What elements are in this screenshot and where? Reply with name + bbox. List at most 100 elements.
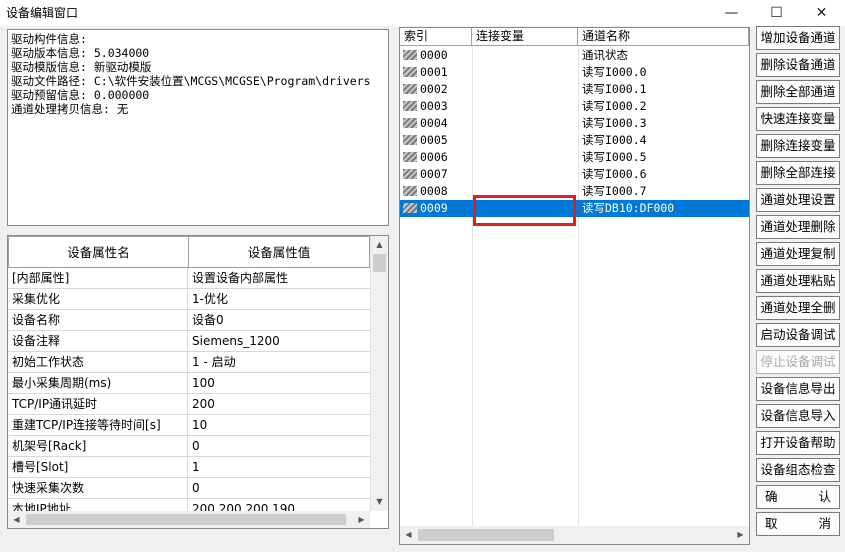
- channel-row[interactable]: 0004 读写I000.3: [400, 115, 749, 132]
- delete-all-channels-button[interactable]: 删除全部通道: [756, 80, 840, 104]
- channel-row[interactable]: 0007 读写I000.6: [400, 166, 749, 183]
- delete-channel-button[interactable]: 删除设备通道: [756, 53, 840, 77]
- property-name-header[interactable]: 设备属性名: [8, 236, 189, 268]
- scrollbar-thumb[interactable]: [418, 529, 554, 541]
- close-button[interactable]: ✕: [799, 0, 844, 26]
- scroll-down-arrow-icon[interactable]: ▼: [371, 493, 388, 510]
- property-value-cell[interactable]: 200: [188, 394, 370, 415]
- channel-variable-cell[interactable]: [476, 132, 576, 149]
- property-row[interactable]: TCP/IP通讯延时 200: [8, 394, 370, 415]
- device-properties-grid[interactable]: 设备属性名 设备属性值 [内部属性] 设置设备内部属性 采集优化 1-优化 设备名称 设备…: [7, 235, 389, 529]
- channel-name-column-header[interactable]: 通道名称: [578, 28, 749, 46]
- property-row[interactable]: 最小采集周期(ms) 100: [8, 373, 370, 394]
- properties-horizontal-scrollbar[interactable]: ◀ ▶: [8, 511, 370, 528]
- stop-debug-button[interactable]: 停止设备调试: [756, 350, 840, 374]
- channel-index-cell: 0001: [403, 64, 471, 81]
- scroll-left-arrow-icon[interactable]: ◀: [400, 526, 417, 543]
- scroll-right-arrow-icon[interactable]: ▶: [732, 526, 749, 543]
- channel-proc-copy-button[interactable]: 通道处理复制: [756, 242, 840, 266]
- channel-proc-paste-button[interactable]: 通道处理粘贴: [756, 269, 840, 293]
- check-config-button[interactable]: 设备组态检查: [756, 458, 840, 482]
- delete-connect-button[interactable]: 删除连接变量: [756, 134, 840, 158]
- driver-info-line: 驱动版本信息: 5.034000: [11, 46, 150, 60]
- property-value-cell[interactable]: 0: [188, 436, 370, 457]
- channel-index-cell: 0006: [403, 149, 471, 166]
- property-value-cell[interactable]: 1-优化: [188, 289, 370, 310]
- cancel-label-right: 消: [818, 516, 831, 531]
- property-name-cell: 槽号[Slot]: [8, 457, 188, 478]
- channel-horizontal-scrollbar[interactable]: ◀ ▶: [400, 526, 749, 544]
- property-value-cell[interactable]: 1: [188, 457, 370, 478]
- property-row[interactable]: [内部属性] 设置设备内部属性: [8, 268, 370, 289]
- channel-variable-cell[interactable]: [476, 149, 576, 166]
- maximize-button[interactable]: ☐: [754, 0, 799, 26]
- channel-variable-cell[interactable]: [476, 47, 576, 64]
- channel-variable-cell[interactable]: [476, 166, 576, 183]
- cancel-button[interactable]: 取 消: [756, 512, 840, 536]
- scroll-left-arrow-icon[interactable]: ◀: [8, 511, 25, 528]
- property-row[interactable]: 采集优化 1-优化: [8, 289, 370, 310]
- property-value-cell[interactable]: 设置设备内部属性: [188, 268, 370, 289]
- minimize-button[interactable]: —: [709, 0, 754, 26]
- confirm-button[interactable]: 确 认: [756, 485, 840, 509]
- channel-row[interactable]: 0006 读写I000.5: [400, 149, 749, 166]
- channel-variable-cell[interactable]: [476, 64, 576, 81]
- add-channel-button[interactable]: 增加设备通道: [756, 26, 840, 50]
- channel-row[interactable]: 0002 读写I000.1: [400, 81, 749, 98]
- channel-proc-delete-button[interactable]: 通道处理删除: [756, 215, 840, 239]
- scrollbar-thumb[interactable]: [373, 254, 386, 272]
- variable-column-header[interactable]: 连接变量: [472, 28, 578, 46]
- channel-row[interactable]: 0001 读写I000.0: [400, 64, 749, 81]
- property-value-cell[interactable]: 100: [188, 373, 370, 394]
- property-row[interactable]: 设备名称 设备0: [8, 310, 370, 331]
- property-row[interactable]: 槽号[Slot] 1: [8, 457, 370, 478]
- channel-proc-delete-all-button[interactable]: 通道处理全删: [756, 296, 840, 320]
- channel-index-text: 0000: [420, 48, 448, 62]
- channel-name-cell: 通讯状态: [582, 48, 628, 62]
- scrollbar-thumb[interactable]: [26, 514, 346, 525]
- property-value-cell[interactable]: Siemens_1200: [188, 331, 370, 352]
- channel-row-icon: [403, 203, 417, 213]
- channel-index-cell: 0007: [403, 166, 471, 183]
- property-value-cell[interactable]: 1 - 启动: [188, 352, 370, 373]
- property-row[interactable]: 机架号[Rack] 0: [8, 436, 370, 457]
- export-info-button[interactable]: 设备信息导出: [756, 377, 840, 401]
- channel-variable-cell[interactable]: [476, 98, 576, 115]
- channel-name-cell: 读写I000.2: [582, 99, 647, 113]
- channel-row[interactable]: 0000 通讯状态: [400, 47, 749, 64]
- scroll-up-arrow-icon[interactable]: ▲: [371, 236, 388, 253]
- property-value-cell[interactable]: 0: [188, 478, 370, 499]
- property-value-header[interactable]: 设备属性值: [188, 236, 370, 268]
- property-value-cell[interactable]: 设备0: [188, 310, 370, 331]
- channel-table[interactable]: 索引 连接变量 通道名称 0000 通讯状态 0001 读写I000.0 0002 读写I…: [399, 27, 750, 545]
- channel-row[interactable]: 0003 读写I000.2: [400, 98, 749, 115]
- channel-index-cell: 0009: [403, 200, 471, 217]
- driver-info-line: 驱动模版信息: 新驱动模版: [11, 60, 152, 74]
- property-row[interactable]: 快速采集次数 0: [8, 478, 370, 499]
- quick-connect-button[interactable]: 快速连接变量: [756, 107, 840, 131]
- channel-variable-cell[interactable]: [476, 81, 576, 98]
- property-row[interactable]: 设备注释 Siemens_1200: [8, 331, 370, 352]
- property-row[interactable]: 初始工作状态 1 - 启动: [8, 352, 370, 373]
- open-help-button[interactable]: 打开设备帮助: [756, 431, 840, 455]
- channel-name-cell: 读写I000.4: [582, 133, 647, 147]
- channel-name-cell: 读写I000.6: [582, 167, 647, 181]
- channel-index-text: 0004: [420, 116, 448, 130]
- channel-index-cell: 0002: [403, 81, 471, 98]
- property-name-cell: 快速采集次数: [8, 478, 188, 499]
- driver-info-box[interactable]: 驱动构件信息: 驱动版本信息: 5.034000 驱动模版信息: 新驱动模版 驱…: [7, 29, 389, 226]
- channel-variable-cell[interactable]: [476, 115, 576, 132]
- confirm-label-left: 确: [765, 489, 778, 504]
- index-column-header[interactable]: 索引: [400, 28, 472, 46]
- channel-proc-settings-button[interactable]: 通道处理设置: [756, 188, 840, 212]
- channel-index-text: 0007: [420, 167, 448, 181]
- import-info-button[interactable]: 设备信息导入: [756, 404, 840, 428]
- channel-row[interactable]: 0005 读写I000.4: [400, 132, 749, 149]
- properties-vertical-scrollbar[interactable]: ▲ ▼: [370, 236, 388, 511]
- property-row[interactable]: 重建TCP/IP连接等待时间[s] 10: [8, 415, 370, 436]
- delete-all-connect-button[interactable]: 删除全部连接: [756, 161, 840, 185]
- start-debug-button[interactable]: 启动设备调试: [756, 323, 840, 347]
- highlight-box: [473, 195, 576, 226]
- property-value-cell[interactable]: 10: [188, 415, 370, 436]
- scroll-right-arrow-icon[interactable]: ▶: [353, 511, 370, 528]
